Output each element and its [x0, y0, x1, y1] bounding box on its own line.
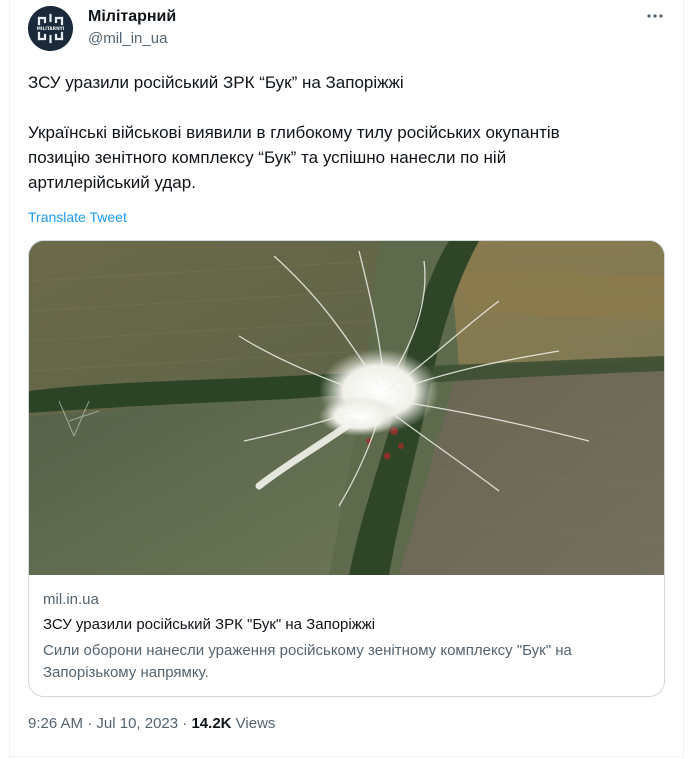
meta-separator: · [178, 715, 192, 732]
card-description-line: Запорізькому напрямку. [43, 664, 209, 681]
card-title: ЗСУ уразили російський ЗРК "Бук" на Запо… [43, 616, 376, 633]
tweet-container: MILITARNYI Мілітарний @mil_in_ua ЗСУ ура… [0, 0, 700, 759]
views-label: Views [231, 715, 276, 732]
author-name[interactable]: Мілітарний [88, 8, 176, 26]
tweet-text: ЗСУ уразили російський ЗРК “Бук” на Запо… [28, 70, 668, 195]
card-image[interactable] [29, 241, 664, 575]
svg-text:MILITARNYI: MILITARNYI [37, 26, 65, 32]
militarnyi-logo-icon: MILITARNYI [28, 6, 73, 51]
author-handle[interactable]: @mil_in_ua [88, 30, 167, 47]
card-domain: mil.in.ua [43, 591, 99, 608]
timeline-divider-right [683, 0, 684, 759]
meta-separator: · [83, 715, 97, 732]
timeline-divider-left [9, 0, 10, 759]
more-horizontal-icon [647, 14, 663, 18]
tweet-body-line: позицію зенітного комплексу “Бук” та усп… [28, 148, 507, 167]
tweet-headline: ЗСУ уразили російський ЗРК “Бук” на Запо… [28, 73, 404, 92]
link-preview-card[interactable]: mil.in.ua ЗСУ уразили російський ЗРК "Бу… [28, 240, 665, 697]
more-options-button[interactable] [640, 4, 670, 28]
aerial-photo-image [29, 241, 664, 575]
card-description: Сили оборони нанесли ураження російськом… [43, 640, 653, 684]
tweet-body-line: артилерійський удар. [28, 173, 196, 192]
tweet-body-line: Українські військові виявили в глибокому… [28, 123, 560, 142]
card-description-line: Сили оборони нанесли ураження російськом… [43, 642, 572, 659]
tweet-meta: 9:26 AM · Jul 10, 2023 · 14.2K Views [28, 715, 275, 732]
tweet-bottom-divider [9, 756, 684, 757]
views-count: 14.2K [191, 715, 232, 732]
translate-tweet-link[interactable]: Translate Tweet [28, 209, 127, 225]
tweet-date-link[interactable]: Jul 10, 2023 [96, 715, 178, 732]
avatar[interactable]: MILITARNYI [28, 6, 73, 51]
tweet-time-link[interactable]: 9:26 AM [28, 715, 83, 732]
